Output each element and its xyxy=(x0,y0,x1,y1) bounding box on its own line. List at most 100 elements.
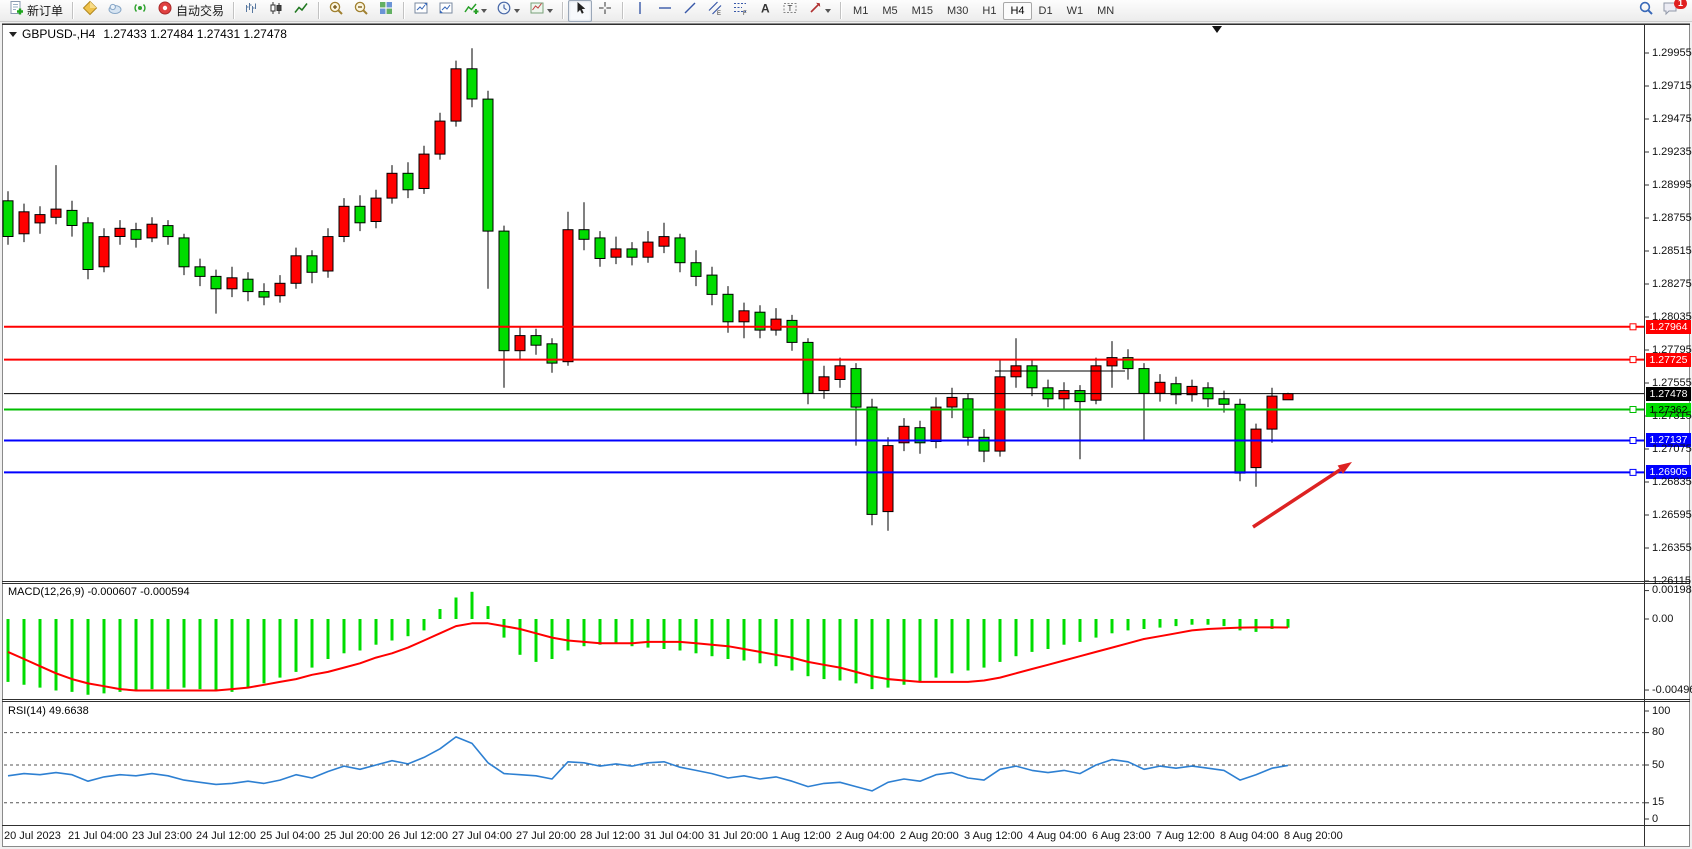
publish-chart-button[interactable] xyxy=(103,0,127,22)
timeframe-button-h4[interactable]: H4 xyxy=(1003,2,1031,20)
indicators-button[interactable] xyxy=(459,0,491,22)
bar-chart-button[interactable] xyxy=(239,0,263,22)
crosshair-tool-button[interactable] xyxy=(593,0,617,22)
candle-bear xyxy=(1027,366,1037,388)
line-handle[interactable] xyxy=(1630,438,1636,444)
market-watch-button[interactable] xyxy=(78,0,102,22)
channel-tool-button[interactable]: E xyxy=(703,0,727,22)
new-order-button[interactable]: 新订单 xyxy=(4,0,67,22)
candlestick-chart-button[interactable] xyxy=(264,0,288,22)
periods-clock-icon xyxy=(496,0,512,21)
zoom-out-icon xyxy=(353,0,369,21)
line-handle[interactable] xyxy=(1630,324,1636,330)
candle-bull xyxy=(643,242,653,257)
arrange-window-icon xyxy=(413,0,429,21)
candle-bear xyxy=(1235,404,1245,473)
candle-bear xyxy=(531,336,541,346)
timeframe-button-m30[interactable]: M30 xyxy=(940,2,975,20)
timeframe-button-d1[interactable]: D1 xyxy=(1032,2,1060,20)
timeframe-button-m15[interactable]: M15 xyxy=(905,2,940,20)
candle-bear xyxy=(499,231,509,351)
auto-trading-button[interactable]: 自动交易 xyxy=(153,0,228,22)
timeframe-group: M1M5M15M30H1H4D1W1MN xyxy=(846,2,1121,20)
toolbar-separator xyxy=(72,2,73,19)
svg-text:A: A xyxy=(761,2,770,16)
toolbar-separator xyxy=(840,2,841,19)
svg-text:E: E xyxy=(717,11,721,16)
candle-bull xyxy=(947,397,957,407)
templates-button[interactable] xyxy=(525,0,557,22)
horizontal-line-tool-button[interactable] xyxy=(653,0,677,22)
channel-icon: E xyxy=(707,0,723,21)
candle-bull xyxy=(739,311,749,322)
rsi-line xyxy=(8,737,1288,791)
vertical-line-tool-button[interactable] xyxy=(628,0,652,22)
timeframe-button-mn[interactable]: MN xyxy=(1090,2,1121,20)
candle-bull xyxy=(563,230,573,362)
candle-bull xyxy=(19,212,29,234)
candle-bull xyxy=(435,121,445,154)
svg-text:F: F xyxy=(743,11,747,16)
trendline-icon xyxy=(682,0,698,21)
candle-bull xyxy=(515,336,525,351)
zoom-in-button[interactable] xyxy=(324,0,348,22)
periods-button[interactable] xyxy=(492,0,524,22)
cascade-window-button[interactable] xyxy=(434,0,458,22)
candle-bull xyxy=(147,224,157,238)
candle-bear xyxy=(979,437,989,451)
line-handle[interactable] xyxy=(1630,469,1636,475)
main-toolbar: 新订单 自动交易 xyxy=(0,0,1692,22)
candle-bull xyxy=(35,215,45,223)
chat-button[interactable]: 1 xyxy=(1658,0,1682,22)
candle-bear xyxy=(467,69,477,99)
signal-waves-icon xyxy=(132,0,148,21)
timeframe-button-m5[interactable]: M5 xyxy=(875,2,904,20)
candle-bull xyxy=(1283,394,1293,400)
candle-bull xyxy=(611,249,621,257)
timeframe-button-w1[interactable]: W1 xyxy=(1060,2,1091,20)
candle-bull xyxy=(371,198,381,221)
arrows-tool-button[interactable] xyxy=(803,0,835,22)
shift-marker-icon[interactable] xyxy=(1212,26,1222,33)
candlestick-chart-icon xyxy=(268,0,284,21)
timeframe-button-h1[interactable]: H1 xyxy=(975,2,1003,20)
candle-bear xyxy=(243,279,253,291)
chart-plot-area[interactable] xyxy=(0,0,1692,849)
templates-icon xyxy=(529,0,545,21)
signals-button[interactable] xyxy=(128,0,152,22)
gold-diamond-icon xyxy=(82,0,98,21)
tile-windows-button[interactable] xyxy=(374,0,398,22)
candle-bear xyxy=(963,399,973,438)
candle-bear xyxy=(131,230,141,240)
zoom-out-button[interactable] xyxy=(349,0,373,22)
timeframe-button-m1[interactable]: M1 xyxy=(846,2,875,20)
candle-bear xyxy=(595,238,605,259)
search-icon xyxy=(1638,0,1654,21)
arrow-annotation[interactable] xyxy=(1253,470,1340,527)
candle-bull xyxy=(1267,396,1277,429)
line-chart-button[interactable] xyxy=(289,0,313,22)
candle-bear xyxy=(1139,369,1149,394)
zoom-in-icon xyxy=(328,0,344,21)
text-label-tool-button[interactable]: T xyxy=(778,0,802,22)
text-tool-button[interactable]: A xyxy=(753,0,777,22)
fibonacci-tool-button[interactable]: F xyxy=(728,0,752,22)
trendline-tool-button[interactable] xyxy=(678,0,702,22)
candle-bull xyxy=(99,237,109,267)
candle-bear xyxy=(211,276,221,288)
cursor-tool-button[interactable] xyxy=(568,0,592,22)
candle-bear xyxy=(1171,384,1181,395)
candle-bull xyxy=(1251,429,1261,468)
toolbar-separator xyxy=(622,2,623,19)
candle-bear xyxy=(1219,399,1229,405)
line-handle[interactable] xyxy=(1630,407,1636,413)
arrange-window-button[interactable] xyxy=(409,0,433,22)
candle-bull xyxy=(883,446,893,512)
search-button[interactable] xyxy=(1634,0,1658,22)
candle-bear xyxy=(3,201,13,237)
candle-bear xyxy=(403,173,413,190)
candle-bear xyxy=(179,238,189,267)
cascade-window-icon xyxy=(438,0,454,21)
line-handle[interactable] xyxy=(1630,357,1636,363)
bar-chart-icon xyxy=(243,0,259,21)
